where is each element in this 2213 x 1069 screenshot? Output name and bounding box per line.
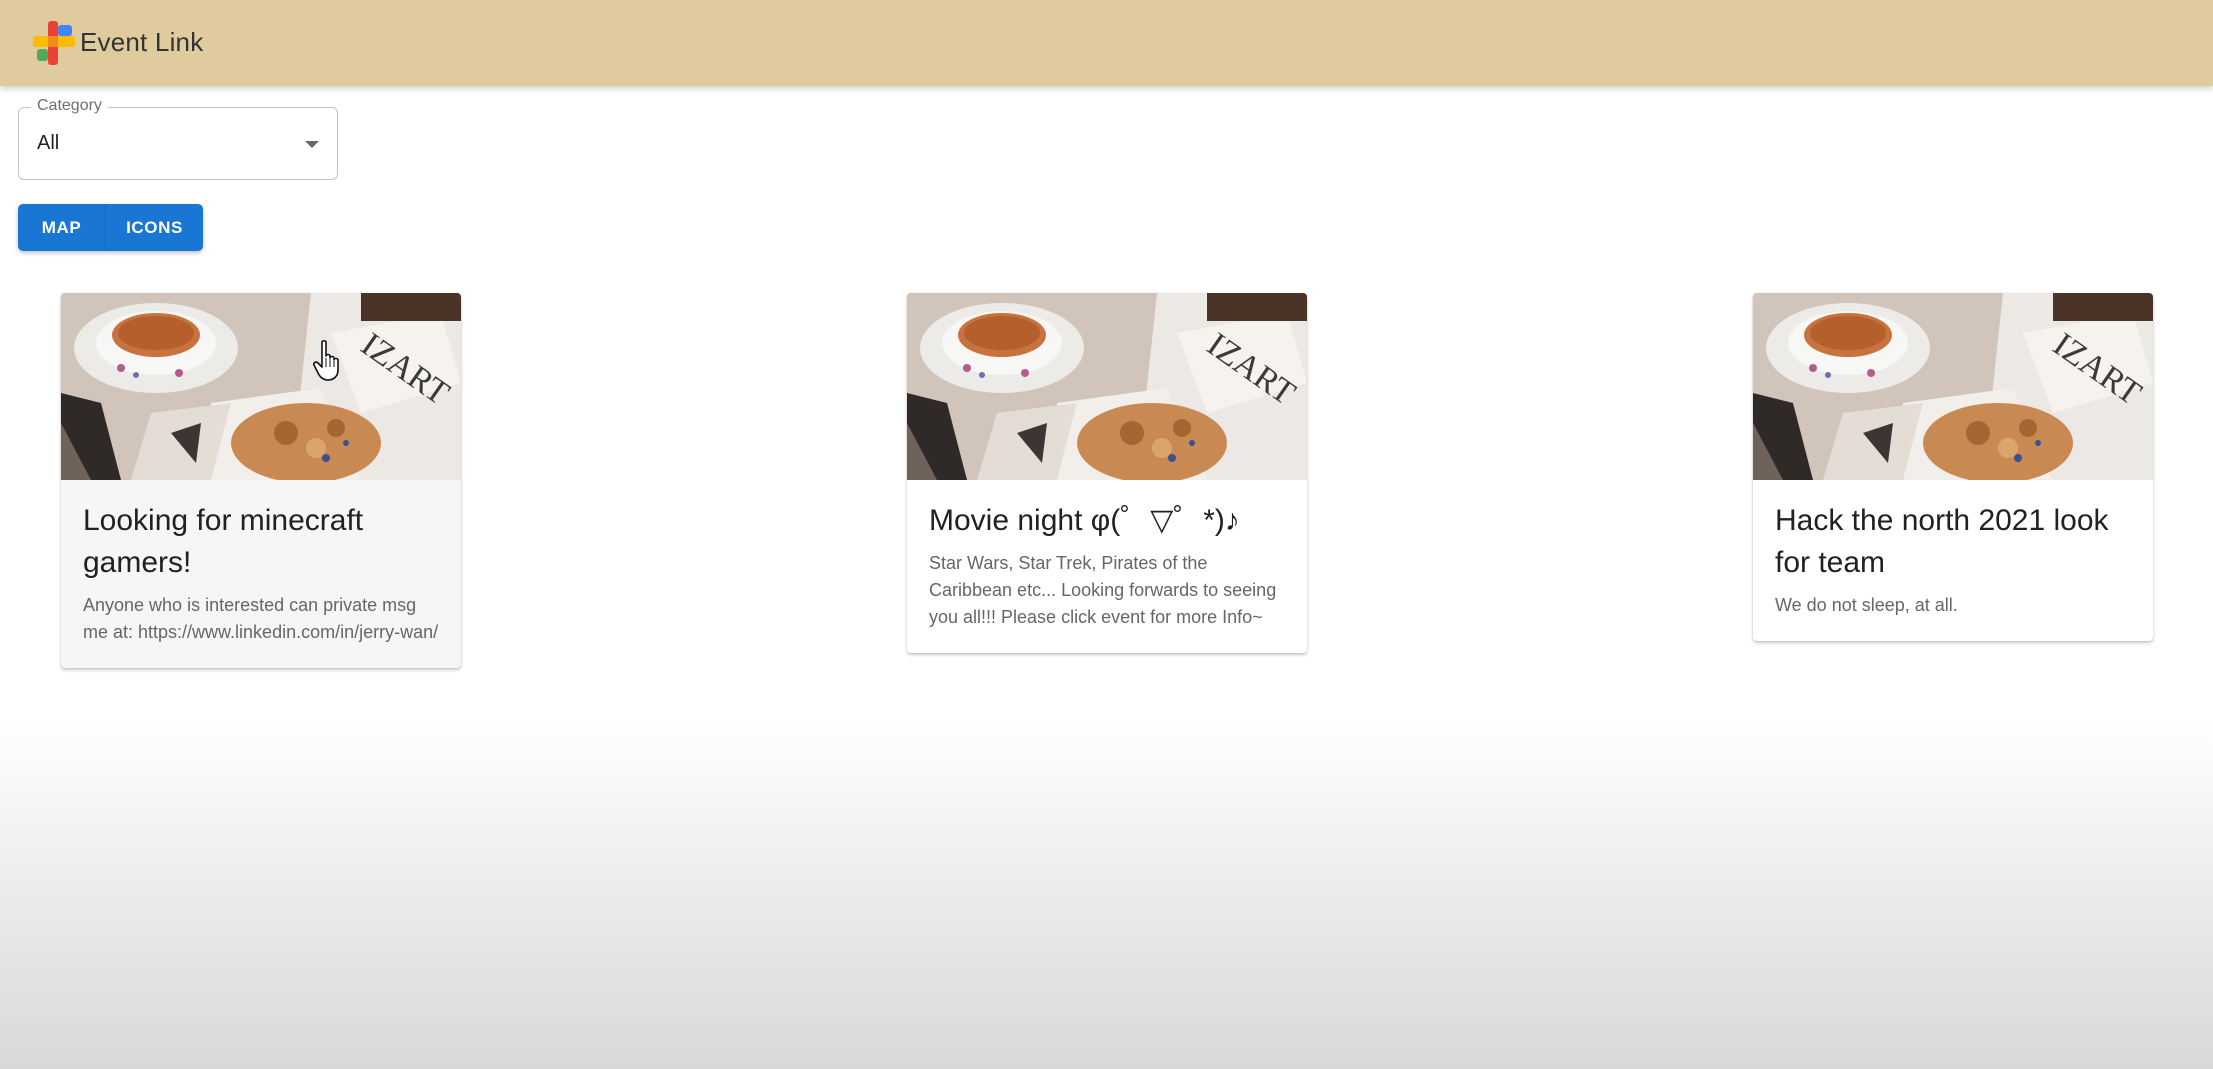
app-title[interactable]: Event Link bbox=[80, 27, 203, 58]
event-card-content: Movie night φ(゜▽゜*)♪ Star Wars, Star Tre… bbox=[907, 480, 1307, 653]
event-image: IZART bbox=[907, 293, 1307, 480]
event-image: IZART bbox=[61, 293, 461, 480]
event-description: Anyone who is interested can private msg… bbox=[83, 595, 439, 642]
view-toggle-group: MAP ICONS bbox=[18, 204, 203, 251]
map-button[interactable]: MAP bbox=[18, 204, 106, 251]
event-card-content: Looking for minecraft gamers! Anyone who… bbox=[61, 480, 461, 668]
dropdown-arrow-icon[interactable] bbox=[305, 141, 319, 148]
event-description: Star Wars, Star Trek, Pirates of the Car… bbox=[929, 553, 1277, 627]
event-description: We do not sleep, at all. bbox=[1775, 595, 1958, 615]
event-title: Movie night φ(゜▽゜*)♪ bbox=[929, 504, 1240, 537]
category-select[interactable]: Category All bbox=[18, 97, 338, 180]
category-value: All bbox=[37, 132, 60, 154]
app-logo-icon[interactable] bbox=[33, 21, 75, 65]
event-card-content: Hack the north 2021 look for team We do … bbox=[1753, 480, 2153, 641]
icons-button[interactable]: ICONS bbox=[106, 204, 203, 251]
event-card-movie-night[interactable]: IZART Movie night φ(゜▽゜*)♪ Star Wars, St… bbox=[907, 293, 1307, 653]
category-label: Category bbox=[31, 97, 108, 115]
app-bar: Event Link bbox=[0, 0, 2213, 86]
event-title: Hack the north 2021 look for team bbox=[1775, 504, 2109, 579]
event-image: IZART bbox=[1753, 293, 2153, 480]
event-card-hack-the-north[interactable]: IZART Hack the north 2021 look for team … bbox=[1753, 293, 2153, 641]
event-card-minecraft[interactable]: IZART Looking for minecraft gamers! Anyo… bbox=[61, 293, 461, 668]
event-title: Looking for minecraft gamers! bbox=[83, 504, 364, 579]
